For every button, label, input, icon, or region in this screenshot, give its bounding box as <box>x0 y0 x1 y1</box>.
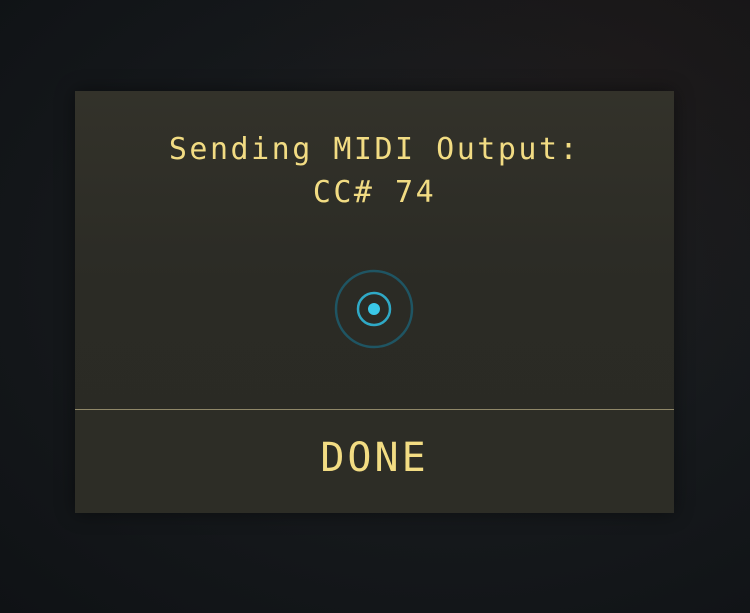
dialog-title: Sending MIDI Output: <box>168 132 581 167</box>
done-button[interactable]: DONE <box>75 410 674 513</box>
indicator-dot <box>368 303 380 315</box>
midi-output-dialog: Sending MIDI Output: CC# 74 DONE <box>75 91 674 513</box>
done-button-label: DONE <box>320 435 429 481</box>
midi-activity-icon <box>334 269 414 349</box>
midi-cc-value: CC# 74 <box>312 175 437 210</box>
